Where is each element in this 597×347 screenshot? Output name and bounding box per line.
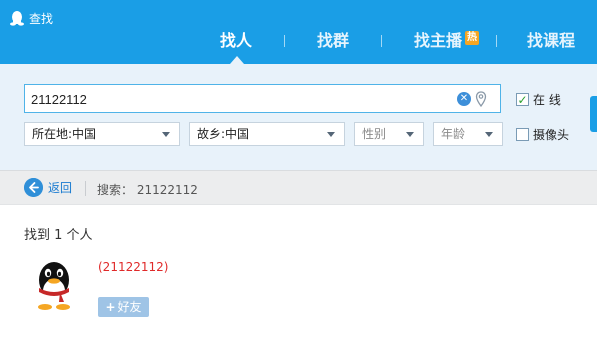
online-checkbox-box[interactable]: ✓	[516, 93, 529, 106]
tab-find-streamers[interactable]: 找主播热	[414, 28, 480, 54]
tab-find-groups[interactable]: 找群	[317, 28, 349, 54]
dropdown-arrow-icon	[485, 132, 493, 137]
search-input[interactable]	[31, 90, 451, 108]
dropdown-arrow-icon	[162, 132, 170, 137]
search-query-label: 搜索：	[97, 183, 134, 197]
age-select-value: 年龄	[441, 127, 466, 141]
result-user-id[interactable]: (21122112)	[98, 260, 168, 274]
online-checkbox[interactable]: ✓ 在 线	[516, 91, 561, 108]
tab-find-people-label: 找人	[220, 31, 253, 50]
search-query-display: 搜索： 21122112	[97, 181, 198, 198]
title-bar: 查找 找人 找群 找主播热 找课程	[0, 0, 597, 64]
tab-bar: 找人 找群 找主播热 找课程	[200, 28, 597, 54]
camera-checkbox-box[interactable]	[516, 128, 529, 141]
hot-badge: 热	[465, 31, 480, 45]
back-arrow-icon	[24, 178, 43, 197]
tab-find-courses[interactable]: 找课程	[527, 28, 575, 54]
dropdown-arrow-icon	[406, 132, 414, 137]
clear-icon[interactable]: ✕	[457, 92, 471, 106]
tab-find-streamers-label: 找主播	[414, 31, 463, 50]
back-button[interactable]: 返回	[24, 178, 72, 197]
search-query-value: 21122112	[136, 183, 198, 197]
app-title-text: 查找	[29, 11, 54, 26]
avatar[interactable]	[30, 258, 78, 312]
tab-find-courses-label: 找课程	[527, 31, 576, 50]
divider	[85, 181, 86, 196]
hometown-select[interactable]: 故乡:中国	[189, 122, 345, 146]
result-count: 找到 1 个人	[24, 228, 93, 243]
active-tab-indicator	[230, 56, 244, 64]
search-box: ✕	[24, 84, 501, 113]
tab-separator	[496, 35, 497, 47]
qq-penguin-icon	[10, 11, 24, 26]
gender-select[interactable]: 性别	[354, 122, 424, 146]
add-friend-label: 好友	[117, 300, 142, 314]
location-select[interactable]: 所在地:中国	[24, 122, 180, 146]
online-checkbox-label: 在 线	[533, 93, 561, 107]
tab-find-people[interactable]: 找人	[220, 28, 252, 54]
hometown-select-value: 故乡:中国	[197, 127, 250, 141]
back-label: 返回	[48, 181, 73, 195]
tab-separator	[284, 35, 285, 47]
search-button[interactable]	[590, 96, 597, 132]
add-friend-button[interactable]: + 好友	[98, 297, 149, 317]
location-pin-icon[interactable]	[475, 91, 487, 107]
tab-find-groups-label: 找群	[317, 31, 350, 50]
age-select[interactable]: 年龄	[433, 122, 503, 146]
location-select-value: 所在地:中国	[32, 127, 97, 141]
camera-checkbox-label: 摄像头	[533, 128, 570, 142]
breadcrumb: 返回 搜索： 21122112	[0, 170, 597, 205]
gender-select-value: 性别	[362, 127, 387, 141]
dropdown-arrow-icon	[327, 132, 335, 137]
checkmark-icon: ✓	[517, 92, 528, 107]
camera-checkbox[interactable]: 摄像头	[516, 126, 569, 143]
tab-separator	[381, 35, 382, 47]
search-panel: ✕ ✓ 在 线 所在地:中国 故乡:中国 性别 年龄 摄像头	[0, 64, 597, 170]
app-title: 查找	[10, 9, 53, 27]
plus-icon: +	[105, 300, 116, 314]
